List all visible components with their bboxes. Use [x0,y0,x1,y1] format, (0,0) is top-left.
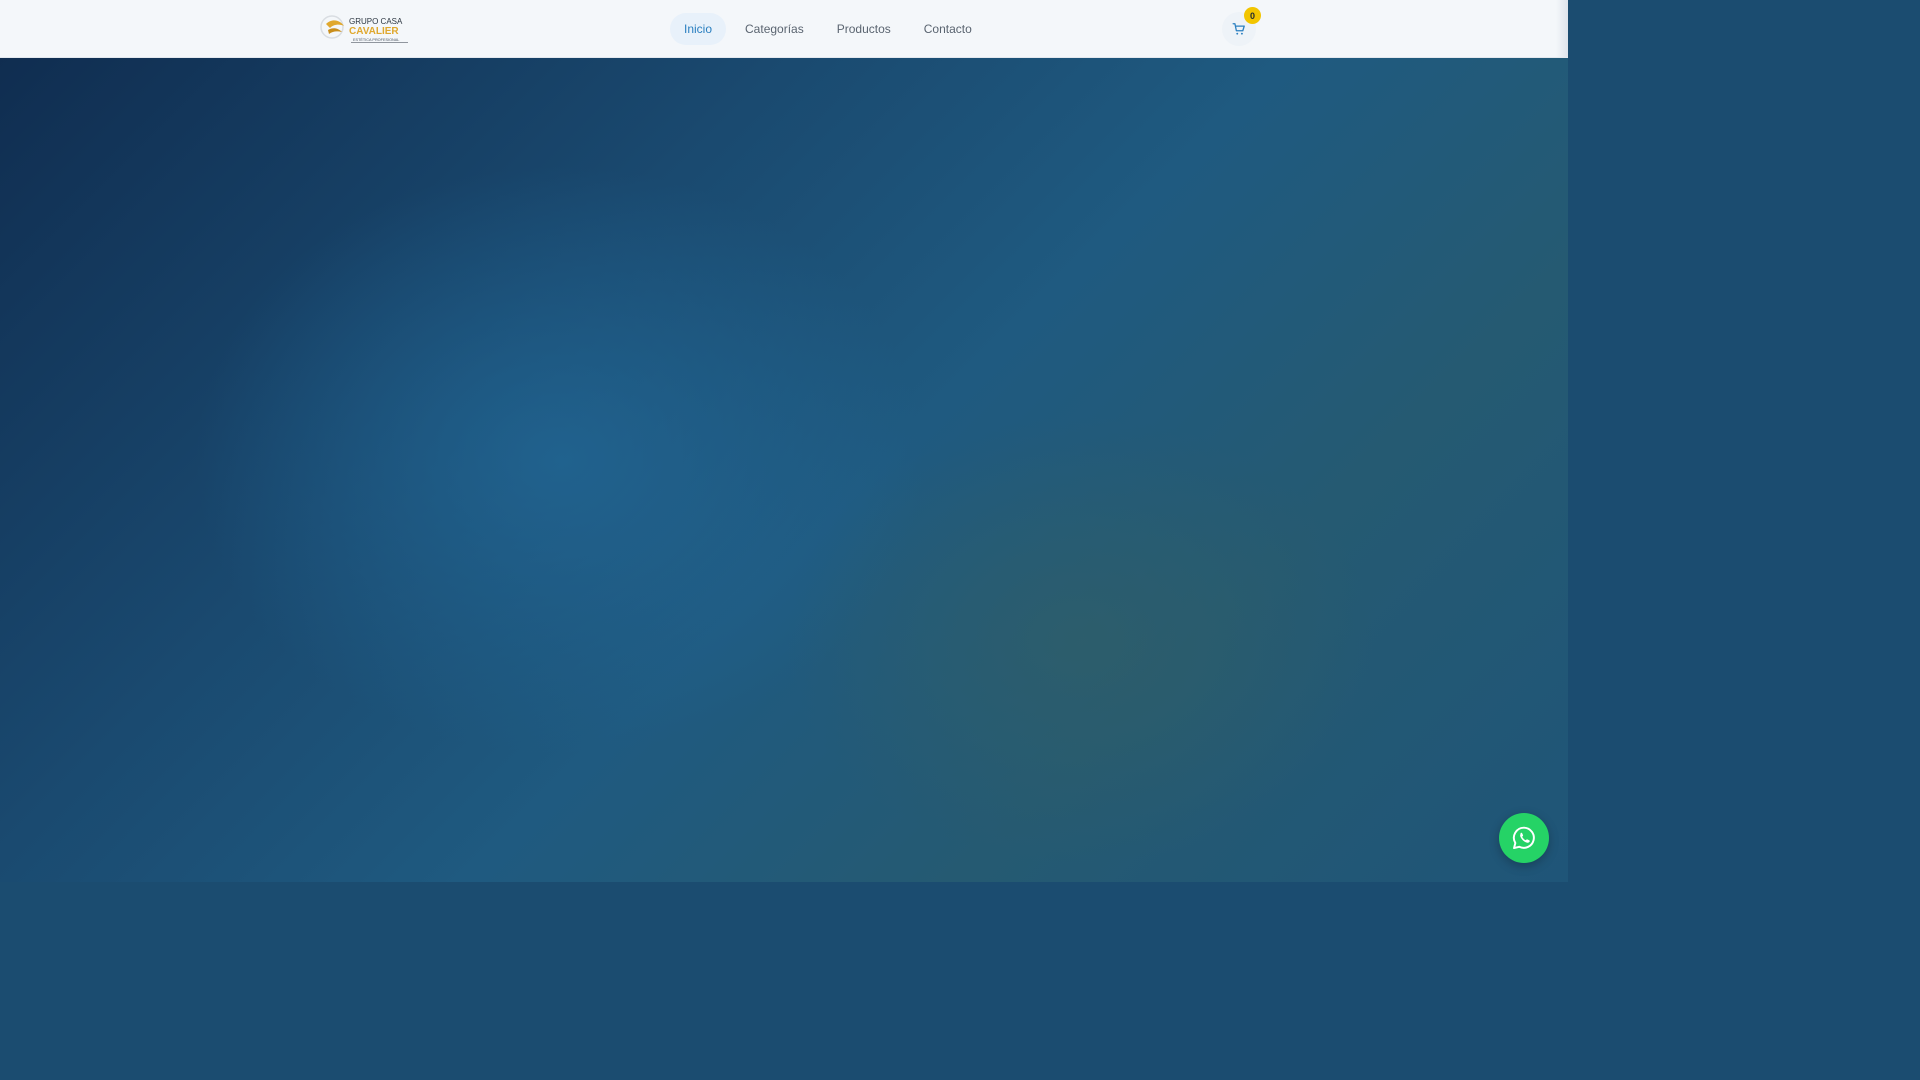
main-nav: Inicio Categorías Productos Contacto [670,12,991,45]
nav-item-categorias[interactable]: Categorías [731,13,818,45]
shopping-cart-icon [1232,23,1245,35]
hero-background [0,0,1568,882]
whatsapp-button[interactable] [1499,813,1549,863]
site-header: GRUPO CASA CAVALIER ESTÉTICA PROFESIONAL… [0,0,1568,58]
brand-line3: ESTÉTICA PROFESIONAL [353,37,399,42]
brand-line1: GRUPO CASA [349,17,403,26]
cart-count-badge: 0 [1244,7,1261,24]
header-inner: GRUPO CASA CAVALIER ESTÉTICA PROFESIONAL… [0,0,1568,57]
nav-item-contacto[interactable]: Contacto [910,13,986,45]
nav-item-productos[interactable]: Productos [823,13,905,45]
brand-logo[interactable]: GRUPO CASA CAVALIER ESTÉTICA PROFESIONAL [320,12,410,44]
scroll-edge [1556,0,1568,57]
brand-line2: CAVALIER [349,26,399,37]
nav-item-inicio[interactable]: Inicio [670,12,727,45]
whatsapp-icon [1512,826,1535,850]
brand-logo-mark: GRUPO CASA CAVALIER ESTÉTICA PROFESIONAL [320,15,408,43]
